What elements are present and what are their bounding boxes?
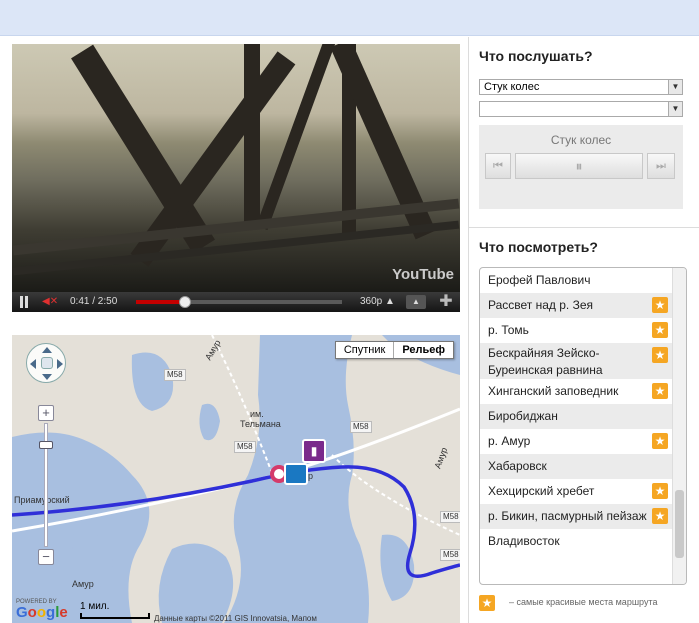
expand-button[interactable]: ▲ — [406, 295, 426, 309]
star-icon: ★ — [652, 433, 668, 449]
camera-icon[interactable] — [284, 463, 308, 485]
list-item-label: р. Томь — [488, 323, 529, 337]
places-list[interactable]: Ерофей Павлович Рассвет над р. Зея ★ р. Том… — [479, 267, 687, 585]
map-scale-bar — [80, 613, 150, 619]
zoom-slider[interactable]: + − — [38, 405, 54, 565]
map-scale: 1 мил. — [80, 601, 150, 619]
list-item[interactable]: Биробиджан — [480, 404, 672, 429]
top-bar — [0, 0, 699, 36]
video-progress-fill — [136, 300, 186, 304]
list-item[interactable]: Владивосток — [480, 529, 672, 554]
video-frame[interactable]: YouTube — [12, 44, 460, 292]
map-label-r: р — [308, 471, 314, 481]
quality-selector[interactable]: 360p ▲ — [360, 296, 395, 307]
list-item[interactable]: р. Томь ★ — [480, 318, 672, 343]
star-icon: ★ — [652, 483, 668, 499]
map-label-telmana: Тельмана — [240, 419, 281, 429]
track-select-value: Стук колес — [484, 81, 540, 93]
route-map[interactable]: Амур Амур Амур им. Тельмана Приамурский … — [12, 335, 460, 623]
book-icon[interactable]: ▮ — [302, 439, 326, 463]
road-shield: M58 — [164, 369, 186, 381]
hand-icon — [41, 357, 53, 369]
zoom-in-button[interactable]: + — [38, 405, 54, 421]
star-icon: ★ — [652, 508, 668, 524]
places-scroll-thumb[interactable] — [675, 490, 684, 558]
legend-text: – самые красивые места маршрута — [509, 597, 658, 607]
list-item[interactable]: р. Амур ★ — [480, 429, 672, 454]
secondary-select[interactable]: ▼ — [479, 101, 683, 117]
chevron-down-icon[interactable]: ▼ — [668, 80, 682, 94]
zoom-out-button[interactable]: − — [38, 549, 54, 565]
pan-down-icon[interactable] — [42, 374, 52, 380]
star-icon: ★ — [652, 383, 668, 399]
list-item[interactable]: Хехцирский хребет ★ — [480, 479, 672, 504]
pan-right-icon[interactable] — [57, 359, 63, 369]
list-item[interactable]: Хабаровск — [480, 454, 672, 479]
track-select[interactable]: Стук колес ▼ — [479, 79, 683, 95]
youtube-watermark: YouTube — [392, 266, 454, 283]
map-label-im: им. — [250, 409, 264, 419]
map-type-control: Спутник Рельеф — [334, 341, 454, 359]
video-progress-knob[interactable] — [179, 296, 192, 308]
map-copyright: Данные карты ©2011 GIS Innovatsia, Мапом — [154, 614, 317, 623]
list-item-label: Хехцирский хребет — [488, 484, 595, 498]
pause-button[interactable] — [18, 296, 30, 308]
list-item[interactable]: Ерофей Павлович — [480, 268, 672, 293]
places-scrollbar[interactable] — [672, 268, 686, 584]
list-item[interactable]: Рассвет над р. Зея ★ — [480, 293, 672, 318]
list-item-label: Бескрайняя Зейско-Буреинская равнина — [488, 346, 603, 377]
audio-player: Стук колес ⏮ ⏸ ⏭ — [479, 125, 683, 209]
next-track-button[interactable]: ⏭ — [647, 153, 675, 179]
map-type-satellite-button[interactable]: Спутник — [336, 342, 395, 358]
list-item-label: р. Бикин, пасмурный пейзаж — [488, 509, 647, 523]
list-item-label: Владивосток — [488, 534, 560, 548]
previous-track-button[interactable]: ⏮ — [485, 153, 511, 179]
road-shield: M58 — [234, 441, 256, 453]
bridge-beam — [71, 44, 215, 254]
road-shield: M58 — [350, 421, 372, 433]
star-icon: ★ — [652, 322, 668, 338]
star-icon: ★ — [652, 297, 668, 313]
section-divider — [469, 227, 699, 228]
list-item[interactable]: Хинганский заповедник ★ — [480, 379, 672, 404]
star-icon: ★ — [479, 595, 495, 611]
watch-title: Что посмотреть? — [479, 239, 598, 255]
quality-label: 360p — [360, 296, 383, 307]
list-item-label: Биробиджан — [488, 409, 558, 423]
list-item-label: Хабаровск — [488, 459, 547, 473]
list-item-label: Ерофей Павлович — [488, 273, 591, 287]
google-logo: Google — [16, 604, 68, 621]
audio-player-title: Стук колес — [550, 133, 612, 147]
listen-title: Что послушать? — [479, 48, 593, 64]
video-player[interactable]: YouTube ◀✕ 0:41 / 2:50 360p ▲ ▲ ✚ — [12, 44, 460, 312]
road-shield: M58 — [440, 549, 460, 561]
left-column: YouTube ◀✕ 0:41 / 2:50 360p ▲ ▲ ✚ Амур А… — [2, 37, 468, 623]
right-column: Что послушать? Стук колес ▼ ▼ Стук колес… — [469, 37, 699, 623]
list-item-label: р. Амур — [488, 434, 531, 448]
list-item[interactable]: р. Бикин, пасмурный пейзаж ★ — [480, 504, 672, 529]
list-item-label: Хинганский заповедник — [488, 384, 619, 398]
road-shield: M58 — [440, 511, 460, 523]
video-progress-bar[interactable] — [136, 296, 342, 308]
pan-up-icon[interactable] — [42, 347, 52, 353]
pan-left-icon[interactable] — [30, 359, 36, 369]
mute-icon[interactable]: ◀✕ — [42, 296, 60, 308]
video-time: 0:41 / 2:50 — [70, 296, 118, 307]
fullscreen-icon[interactable]: ✚ — [438, 294, 454, 310]
star-icon: ★ — [652, 347, 668, 363]
bridge-beam — [244, 44, 260, 228]
chevron-down-icon[interactable]: ▼ — [668, 102, 682, 116]
map-scale-label: 1 мил. — [80, 601, 110, 612]
video-controls: ◀✕ 0:41 / 2:50 360p ▲ ▲ ✚ — [12, 292, 460, 312]
list-item[interactable]: Бескрайняя Зейско-Буреинская равнина ★ — [480, 343, 672, 379]
map-label-amur: Амур — [72, 579, 94, 589]
list-item-label: Рассвет над р. Зея — [488, 298, 594, 312]
map-type-terrain-button[interactable]: Рельеф — [394, 342, 453, 358]
pan-control[interactable] — [26, 343, 66, 383]
zoom-thumb[interactable] — [39, 441, 53, 449]
play-pause-button[interactable]: ⏸ — [515, 153, 643, 179]
